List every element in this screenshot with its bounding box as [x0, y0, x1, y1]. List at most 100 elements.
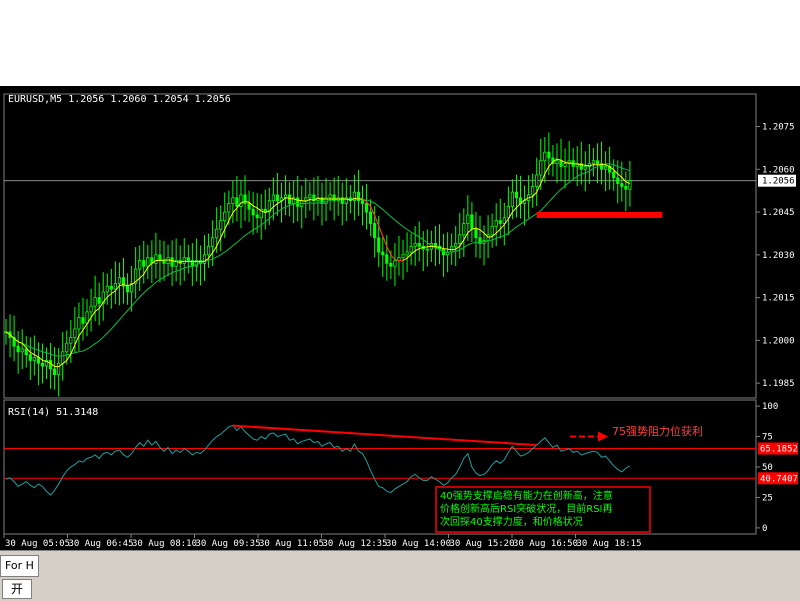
candle-body	[389, 262, 393, 267]
price-tick-label: 1.2030	[762, 251, 795, 261]
candle-body	[142, 260, 146, 267]
candle-body	[69, 337, 73, 344]
candle-body	[36, 357, 41, 364]
candle-body	[547, 151, 551, 159]
chart-canvas[interactable]: 1.2075 1.2060 1.2045 1.2030 1.2015 1.2000 1.19…	[0, 86, 800, 550]
time-tick-label: 30 Aug 16:50	[513, 539, 578, 549]
candle-body	[24, 348, 28, 356]
time-tick-label: 30 Aug 08:10	[132, 539, 197, 549]
candle-body	[369, 211, 373, 224]
candle-body	[466, 214, 470, 224]
candle-body	[162, 260, 166, 264]
annotation-line-1: 40强势支撑启稳有能力在创新高，注意	[440, 489, 613, 502]
time-tick-label: 30 Aug 15:20	[450, 539, 515, 549]
candle-body	[275, 194, 280, 202]
price-tick-label: 1.2045	[762, 208, 795, 218]
rsi-tick-label: 25	[762, 493, 773, 503]
candle-body	[28, 354, 32, 361]
candle-body	[494, 220, 498, 227]
candle-body	[81, 317, 85, 324]
chart-tab[interactable]: For H	[0, 555, 39, 577]
candle-body	[373, 223, 377, 239]
candle-body	[138, 260, 142, 270]
candle-body	[263, 208, 267, 213]
candle-body	[296, 197, 300, 207]
candle-body	[474, 228, 478, 239]
candle-body	[409, 245, 413, 253]
candle-body	[559, 160, 563, 167]
price-axis: 1.2075 1.2060 1.2045 1.2030 1.2015 1.2000 1.19…	[756, 123, 795, 389]
candle-body	[227, 203, 231, 213]
candle-body	[328, 194, 332, 199]
time-axis: 30 Aug 05:0530 Aug 06:4530 Aug 08:1030 A…	[3, 534, 642, 549]
candle-body	[595, 160, 600, 164]
candle-body	[308, 194, 312, 199]
candle-body	[462, 223, 466, 236]
candle-body	[381, 251, 385, 256]
current-price-label: 1.2056	[762, 177, 795, 187]
candle-body	[620, 183, 624, 187]
candle-body	[77, 317, 81, 330]
price-tick-label: 1.2060	[762, 165, 795, 175]
time-tick-label: 30 Aug 12:35	[323, 539, 388, 549]
rsi-tick-label: 0	[762, 524, 767, 534]
rsi-arrow-label: 75强势阻力位获利	[612, 424, 703, 438]
rsi-level-label: 40.7407	[760, 474, 798, 484]
candle-body	[543, 151, 547, 162]
candle-body	[454, 243, 458, 247]
candle-body	[535, 174, 539, 187]
candle-body	[61, 351, 65, 364]
annotation-line-2: 价格创新高后RSI突破状况，目前RSI再	[440, 502, 613, 515]
candle-body	[146, 257, 150, 267]
time-tick-label: 30 Aug 14:00	[386, 539, 451, 549]
rsi-arrow	[570, 431, 608, 442]
candle-body	[377, 237, 381, 253]
candle-body	[57, 362, 61, 376]
candle-body	[458, 234, 462, 244]
candle-body	[583, 166, 587, 170]
candle-body	[470, 214, 474, 230]
open-icon[interactable]: 开	[2, 579, 32, 599]
candle-body	[48, 359, 53, 370]
candle-body	[624, 185, 628, 190]
chart-window[interactable]: 1.2075 1.2060 1.2045 1.2030 1.2015 1.2000 1.19…	[0, 86, 800, 550]
candle-body	[73, 328, 77, 338]
support-red-bar	[536, 211, 663, 218]
candle-body	[125, 285, 130, 293]
candle-body	[251, 208, 255, 216]
candle-body	[231, 197, 235, 204]
candle-body	[612, 171, 616, 179]
rsi-tick-label: 75	[762, 433, 773, 443]
candle-body	[287, 194, 292, 204]
candle-body	[401, 254, 405, 259]
candle-body	[425, 248, 429, 251]
candle-body	[433, 243, 438, 247]
candle-body	[93, 297, 97, 307]
candle-body	[514, 191, 519, 199]
price-tick-label: 1.1985	[762, 379, 795, 389]
top-blank-area	[0, 0, 800, 86]
candle-body	[413, 243, 417, 247]
candle-body	[53, 368, 57, 376]
candle-body	[628, 180, 632, 190]
candle-body	[16, 345, 20, 353]
candle-body	[243, 194, 247, 204]
rsi-levels: 65.1852 40.7407	[4, 442, 798, 485]
candle-body	[223, 211, 227, 222]
candle-body	[219, 220, 223, 230]
time-tick-label: 30 Aug 18:15	[577, 539, 642, 549]
candle-body	[304, 197, 308, 202]
rsi-divergence-line	[232, 424, 537, 447]
candle-body	[616, 177, 620, 184]
candle-body	[510, 191, 515, 207]
candle-body	[117, 277, 122, 284]
time-tick-label: 30 Aug 06:45	[69, 539, 134, 549]
candle-body	[235, 197, 239, 207]
rsi-level-label: 65.1852	[760, 445, 798, 455]
candle-body	[206, 245, 211, 256]
candle-body	[506, 205, 510, 219]
candle-body	[603, 166, 608, 170]
price-tick-label: 1.2000	[762, 336, 795, 346]
candle-body	[271, 194, 275, 202]
candle-body	[105, 285, 109, 293]
